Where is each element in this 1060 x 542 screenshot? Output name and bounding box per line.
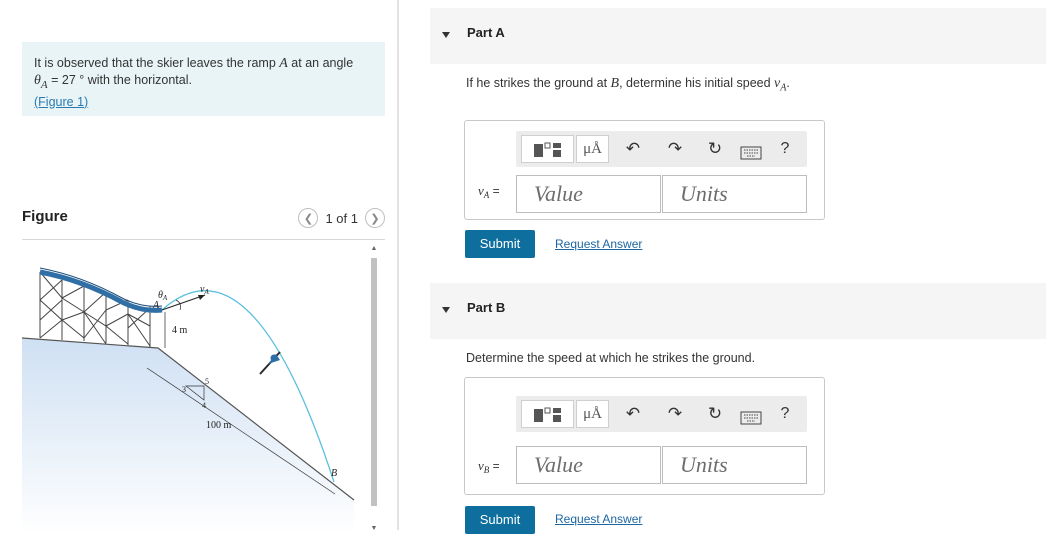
scroll-down-arrow[interactable]: ▼ [369,524,379,534]
collapse-triangle-icon [442,307,450,313]
part-b-title: Part B [467,300,506,315]
part-a-value-input[interactable]: Value [516,175,661,213]
left-panel: It is observed that the skier leaves the… [0,0,400,542]
part-b-header[interactable]: Part B [430,283,1046,339]
part-b-submit-button[interactable]: Submit [465,506,535,534]
figure-page-count: 1 of 1 [325,210,358,226]
part-a-question: If he strikes the ground at B, determine… [466,76,790,94]
chevron-right-icon: ❯ [370,212,380,225]
problem-text-a: It is observed that the skier leaves the… [34,56,280,70]
part-b-request-answer-link[interactable]: Request Answer [555,512,642,526]
part-b-units-input[interactable]: Units [662,446,807,484]
problem-text-b: at an angle [287,56,354,70]
part-b-toolbar: μÅ ↶ ↷ ↻ ? [516,396,807,432]
units-button[interactable]: μÅ [576,400,609,428]
part-a-toolbar: μÅ ↶ ↷ ↻ ? [516,131,807,167]
scroll-thumb[interactable] [371,258,377,506]
reset-icon[interactable]: ↻ [704,138,726,160]
problem-statement: It is observed that the skier leaves the… [22,42,385,116]
chevron-left-icon: ❮ [303,212,314,225]
figure-title: Figure [22,208,68,225]
part-a-variable-label: vA = [478,183,500,201]
velocity-label: vA [200,284,209,296]
part-a-answer-box: μÅ ↶ ↷ ↻ ? vA = Value Units [464,120,825,220]
figure-pager: ❮ 1 of 1 ❯ [298,208,385,228]
part-b-question: Determine the speed at which he strikes … [466,351,756,365]
angle-sub: A [40,78,48,91]
slope-hyp-label: 5 [205,377,209,386]
part-a-request-answer-link[interactable]: Request Answer [555,237,642,251]
redo-icon[interactable]: ↷ [664,138,686,160]
part-a-submit-button[interactable]: Submit [465,230,535,258]
collapse-triangle-icon [442,32,450,38]
theta-label: θA [158,290,168,302]
part-b-variable-label: vB = [478,458,500,476]
next-figure-button[interactable]: ❯ [365,208,385,228]
part-a-units-input[interactable]: Units [662,175,807,213]
figure-scrollbar[interactable]: ▲ ▼ [368,244,380,532]
part-b-value-input[interactable]: Value [516,446,661,484]
template-icon [534,407,561,422]
ramp-tower [39,271,151,347]
template-button[interactable] [521,400,574,428]
velocity-arrow [161,294,206,311]
figure-header: Figure ❮ 1 of 1 ❯ [22,206,385,240]
part-a-title: Part A [467,25,505,40]
keyboard-icon[interactable] [740,142,762,164]
redo-icon[interactable]: ↷ [664,403,686,425]
angle-value: = 27 ° with the horizontal. [47,73,192,87]
reset-icon[interactable]: ↻ [704,403,726,425]
scroll-up-arrow[interactable]: ▲ [369,244,379,254]
height-label: 4 m [172,325,188,336]
prev-figure-button[interactable]: ❮ [298,208,319,228]
help-icon[interactable]: ? [774,403,796,425]
slope-ground [22,338,354,536]
point-a-label: A [152,300,160,311]
skier-icon [259,351,281,375]
help-icon[interactable]: ? [774,138,796,160]
point-b-label: B [331,468,337,479]
ramp-surface [39,269,163,313]
distance-label: 100 m [206,420,232,431]
ski-jump-figure: 4 m vA θA A 3 5 4 100 m B [22,267,355,536]
panel-divider [397,0,399,530]
undo-icon[interactable]: ↶ [622,138,644,160]
page: It is observed that the skier leaves the… [0,0,1060,542]
template-icon [534,142,561,157]
part-a-header[interactable]: Part A [430,8,1046,64]
figure-link[interactable]: (Figure 1) [34,95,88,109]
units-button[interactable]: μÅ [576,135,609,163]
angle-symbol: θ [34,73,41,88]
ramp-variable: A [279,56,288,71]
template-button[interactable] [521,135,574,163]
part-b-answer-box: μÅ ↶ ↷ ↻ ? vB = Units Value [464,377,825,495]
undo-icon[interactable]: ↶ [622,403,644,425]
keyboard-icon[interactable] [740,407,762,429]
